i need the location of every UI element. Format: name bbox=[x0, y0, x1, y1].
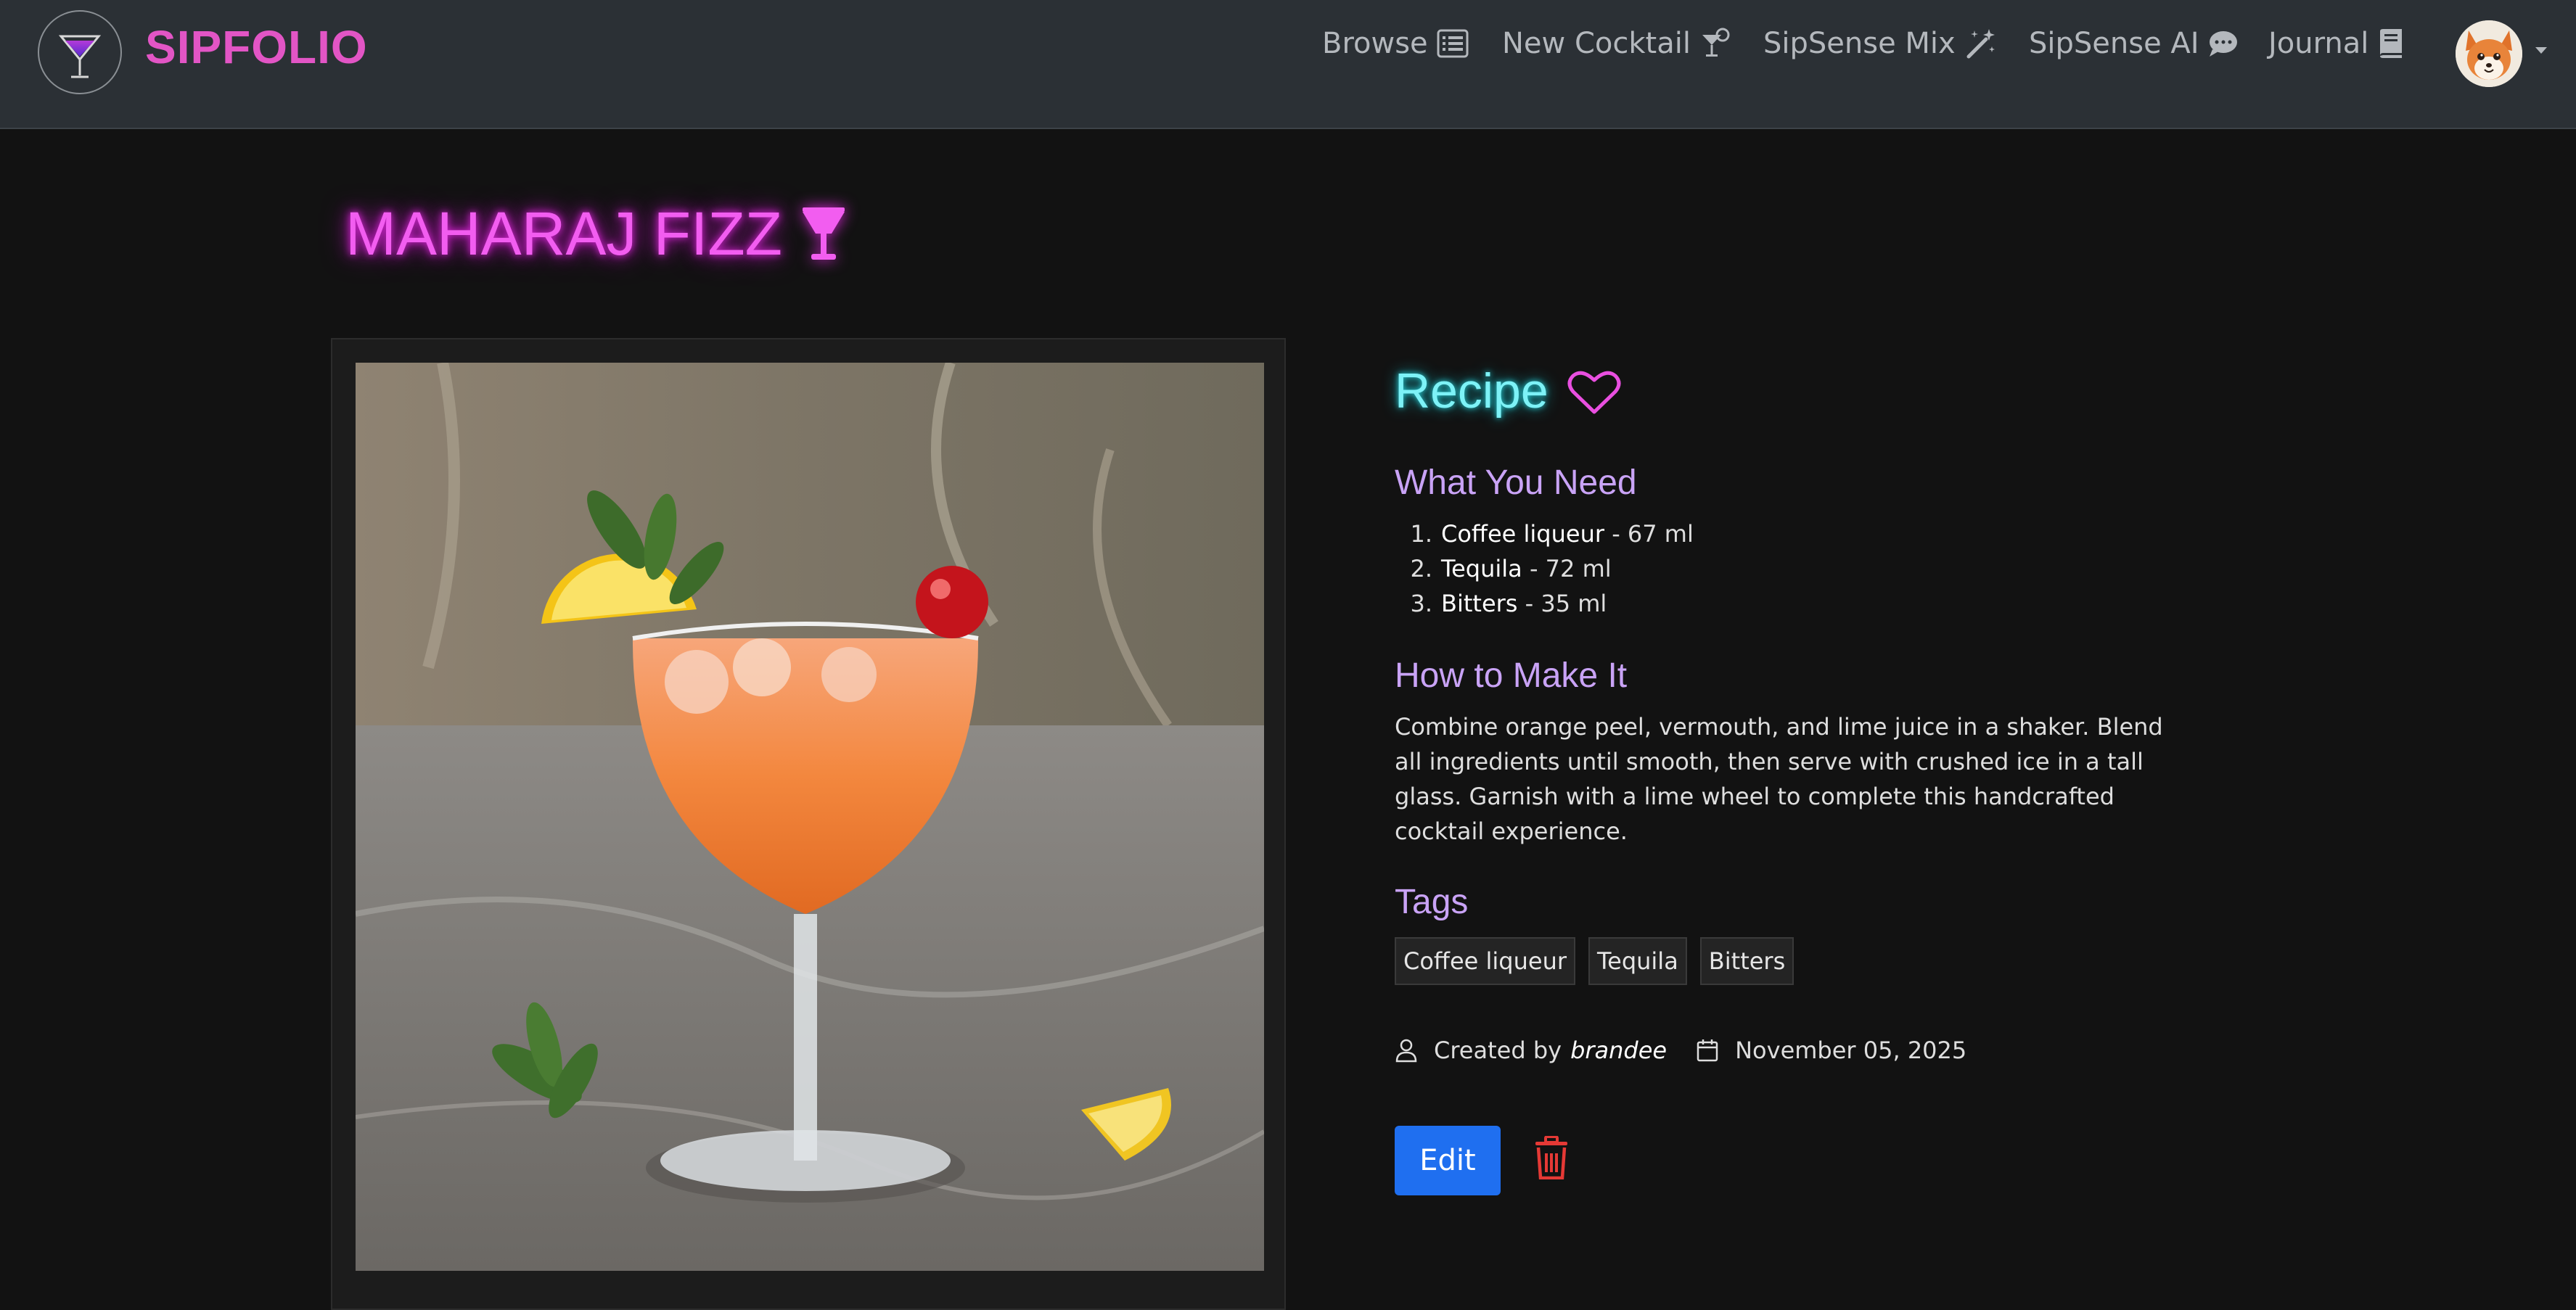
user-avatar[interactable] bbox=[2456, 20, 2522, 87]
trash-icon[interactable] bbox=[1533, 1136, 1570, 1179]
ingredient-item: 1. Coffee liqueur - 67 ml bbox=[1395, 516, 1694, 551]
ingredient-item: 3. Bitters - 35 ml bbox=[1395, 586, 1694, 621]
user-icon bbox=[1395, 1039, 1417, 1063]
tags-heading: Tags bbox=[1395, 883, 1469, 921]
nav-sipsense-mix-label: SipSense Mix bbox=[1763, 27, 1956, 60]
cocktail-name: MAHARAJ FIZZ bbox=[345, 199, 782, 268]
tag-chip[interactable]: Bitters bbox=[1699, 937, 1794, 985]
ingredient-amount: - 72 ml bbox=[1522, 555, 1612, 582]
method-text: Combine orange peel, vermouth, and lime … bbox=[1395, 709, 2164, 849]
method-heading: How to Make It bbox=[1395, 656, 1628, 695]
chevron-down-icon[interactable] bbox=[2534, 45, 2548, 55]
nav-journal-link[interactable]: Journal bbox=[2268, 22, 2403, 65]
cocktail-photo-card bbox=[331, 338, 1286, 1310]
created-date: November 05, 2025 bbox=[1735, 1037, 1967, 1064]
nav-new-cocktail-label: New Cocktail bbox=[1502, 27, 1691, 60]
tag-chip[interactable]: Coffee liqueur bbox=[1395, 937, 1576, 985]
cocktail-glass-icon bbox=[803, 207, 845, 260]
ingredients-list: 1. Coffee liqueur - 67 ml 2. Tequila - 72 … bbox=[1395, 516, 1694, 621]
ingredient-name: Tequila bbox=[1441, 555, 1522, 582]
book-icon bbox=[2380, 29, 2403, 58]
brand-logo-icon[interactable] bbox=[38, 10, 122, 94]
nav-browse-label: Browse bbox=[1322, 27, 1428, 60]
fox-avatar-icon bbox=[2456, 20, 2522, 87]
list-icon bbox=[1437, 29, 1469, 58]
method-line: Combine orange peel, vermouth, and lime … bbox=[1395, 713, 2163, 741]
cocktail-title: MAHARAJ FIZZ bbox=[345, 190, 849, 277]
nav-journal-label: Journal bbox=[2268, 27, 2369, 60]
author-name[interactable]: brandee bbox=[1570, 1037, 1667, 1064]
recipe-heading: Recipe bbox=[1395, 363, 1549, 419]
recipe-meta: Created by brandee November 05, 2025 bbox=[1395, 1033, 1966, 1068]
tag-list: Coffee liqueur Tequila Bitters bbox=[1395, 937, 1794, 985]
edit-button[interactable]: Edit bbox=[1395, 1126, 1501, 1195]
method-line: all ingredients until smooth, then serve… bbox=[1395, 748, 2144, 775]
ingredient-name: Bitters bbox=[1441, 590, 1518, 617]
ingredient-amount: - 35 ml bbox=[1517, 590, 1607, 617]
ingredient-item: 2. Tequila - 72 ml bbox=[1395, 551, 1694, 586]
calendar-icon bbox=[1697, 1039, 1718, 1062]
ingredients-heading: What You Need bbox=[1395, 464, 1637, 502]
method-line: glass. Garnish with a lime wheel to comp… bbox=[1395, 783, 2114, 810]
ingredient-number: 1. bbox=[1410, 520, 1432, 548]
created-by-label: Created by bbox=[1434, 1037, 1562, 1064]
cocktail-photo bbox=[356, 363, 1264, 1271]
nav-sipsense-mix-link[interactable]: SipSense Mix bbox=[1763, 22, 1996, 65]
nav-sipsense-ai-label: SipSense AI bbox=[2029, 27, 2199, 60]
magic-wand-icon bbox=[1966, 29, 1995, 59]
heart-outline-icon[interactable] bbox=[1567, 368, 1621, 416]
chat-bubble-icon bbox=[2209, 31, 2237, 57]
top-navbar: SIPFOLIO Browse New Cocktail SipSense Mi… bbox=[0, 0, 2576, 129]
ingredient-number: 2. bbox=[1410, 555, 1432, 582]
tag-chip[interactable]: Tequila bbox=[1588, 937, 1687, 985]
ingredient-name: Coffee liqueur bbox=[1441, 520, 1605, 548]
brand-name[interactable]: SIPFOLIO bbox=[145, 20, 368, 74]
nav-sipsense-ai-link[interactable]: SipSense AI bbox=[2029, 22, 2239, 65]
nav-new-cocktail-link[interactable]: New Cocktail bbox=[1502, 22, 1731, 65]
method-line: cocktail experience. bbox=[1395, 817, 1628, 845]
nav-browse-link[interactable]: Browse bbox=[1322, 22, 1469, 65]
cocktail-icon bbox=[1702, 28, 1730, 57]
ingredient-amount: - 67 ml bbox=[1604, 520, 1694, 548]
ingredient-number: 3. bbox=[1410, 590, 1432, 617]
